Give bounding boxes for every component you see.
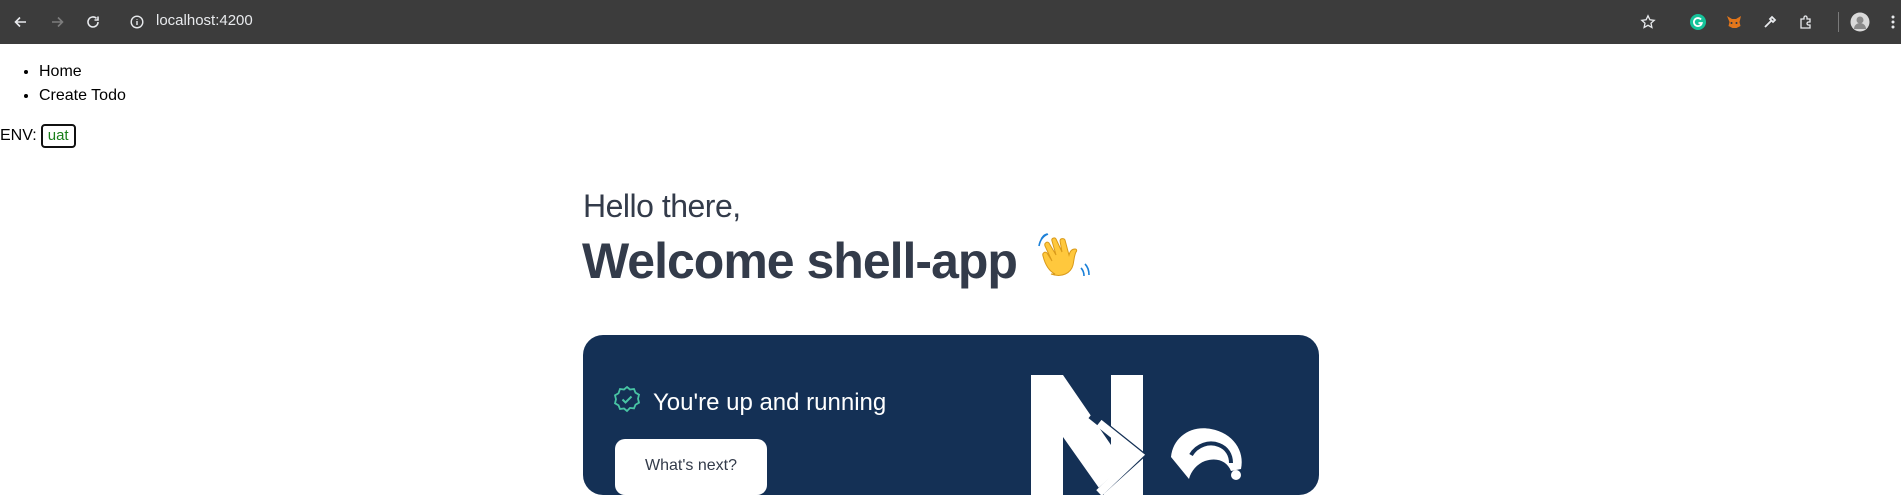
star-icon[interactable] [1635, 9, 1661, 35]
eyedropper-icon[interactable] [1757, 9, 1783, 35]
nav-item-create-todo[interactable]: Create Todo [39, 84, 126, 108]
app-nav: Home Create Todo [0, 60, 126, 108]
page-title: Welcome shell-app [582, 228, 1091, 294]
grammarly-icon[interactable] [1685, 9, 1711, 35]
status-row: You're up and running [613, 385, 886, 420]
nav-item-label[interactable]: Create Todo [39, 87, 126, 104]
waving-hand-icon [1037, 228, 1091, 294]
address-bar-url[interactable]: localhost:4200 [156, 12, 253, 29]
nx-logo [1031, 375, 1261, 495]
hero-card: You're up and running What's next? [583, 335, 1319, 495]
env-indicator: ENV: uat [0, 124, 76, 148]
env-label: ENV: [0, 127, 37, 144]
site-info-icon[interactable] [123, 8, 151, 36]
reload-icon[interactable] [79, 8, 107, 36]
toolbar-divider [1838, 12, 1839, 32]
env-value[interactable]: uat [40, 124, 76, 148]
status-text: You're up and running [653, 388, 887, 416]
whats-next-button[interactable]: What's next? [615, 439, 767, 495]
nav-item-home[interactable]: Home [39, 60, 126, 84]
extensions-icon[interactable] [1793, 9, 1819, 35]
welcome-title: Welcome shell-app [582, 233, 1018, 289]
greeting-text: Hello there, [583, 188, 741, 224]
profile-avatar[interactable] [1847, 9, 1873, 35]
forward-icon[interactable] [43, 8, 71, 36]
check-badge-icon [613, 385, 641, 420]
back-icon[interactable] [7, 8, 35, 36]
nav-item-label[interactable]: Home [39, 63, 82, 80]
metamask-icon[interactable] [1721, 9, 1747, 35]
menu-icon[interactable] [1880, 9, 1901, 35]
browser-toolbar: localhost:4200 [0, 0, 1901, 44]
